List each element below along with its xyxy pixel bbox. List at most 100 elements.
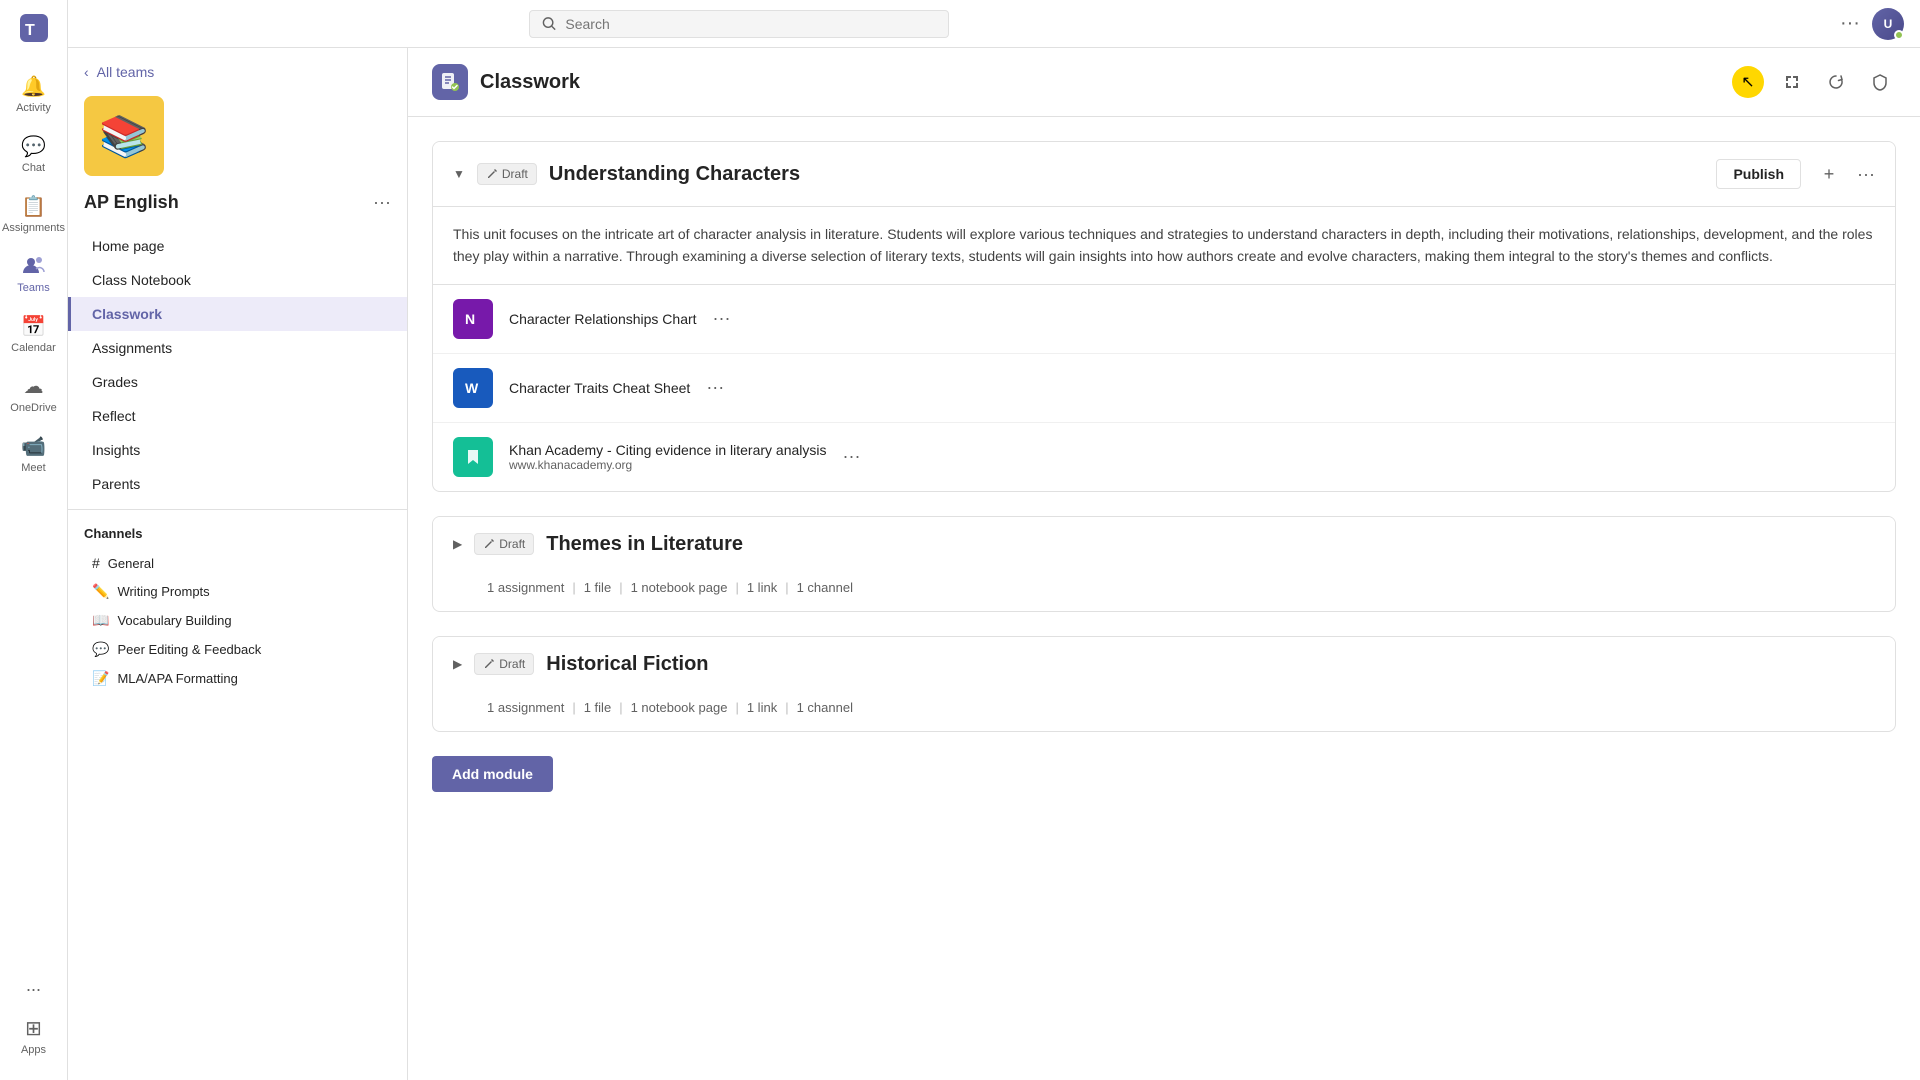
content-header-actions: ↖ — [1732, 66, 1896, 98]
top-bar-right: ··· U — [1840, 8, 1904, 40]
edit-icon-themes — [483, 538, 495, 550]
top-bar: ··· U — [68, 0, 1920, 48]
module-themes-in-literature: ▶ Draft Themes in Literature 1 assignmen… — [432, 516, 1896, 612]
search-bar[interactable] — [529, 10, 949, 38]
add-resource-button[interactable]: + — [1813, 158, 1845, 190]
resource-more-button-2[interactable]: ··· — [843, 446, 861, 467]
nav-item-grades[interactable]: Grades — [68, 365, 407, 399]
resource-more-button-1[interactable]: ··· — [706, 377, 724, 398]
cursor-highlight: ↖ — [1732, 66, 1764, 98]
resource-name-char-traits: Character Traits Cheat Sheet — [509, 380, 690, 396]
channel-writing[interactable]: ✏️ Writing Prompts — [84, 577, 391, 606]
module-header-historical: ▶ Draft Historical Fiction — [433, 637, 1895, 692]
word-icon: W — [453, 368, 493, 408]
apps-icon: ⊞ — [22, 1016, 46, 1040]
nav-item-reflect[interactable]: Reflect — [68, 399, 407, 433]
sidebar-item-apps[interactable]: ⊞ Apps — [0, 1008, 67, 1064]
module-summary-themes: 1 assignment | 1 file | 1 notebook page … — [433, 572, 1895, 611]
team-header: AP English ··· — [68, 184, 407, 221]
team-menu-button[interactable]: ··· — [373, 192, 391, 213]
online-badge — [1894, 30, 1904, 40]
content-header: Classwork ↖ — [408, 48, 1920, 117]
sidebar-item-activity[interactable]: 🔔 Activity — [0, 66, 67, 122]
nav-item-assignments[interactable]: Assignments — [68, 331, 407, 365]
module-header-themes: ▶ Draft Themes in Literature — [433, 517, 1895, 572]
resource-khan-academy: Khan Academy - Citing evidence in litera… — [433, 423, 1895, 491]
content-header-left: Classwork — [432, 64, 580, 100]
avatar[interactable]: U — [1872, 8, 1904, 40]
sidebar-item-meet[interactable]: 📹 Meet — [0, 426, 67, 482]
resource-character-traits-cheat-sheet: W Character Traits Cheat Sheet ··· — [433, 354, 1895, 423]
expand-icon-historical[interactable]: ▶ — [453, 657, 462, 671]
draft-badge-themes: Draft — [474, 533, 534, 555]
resource-name-char-rel: Character Relationships Chart — [509, 311, 697, 327]
resource-character-relationships-chart: N Character Relationships Chart ··· — [433, 285, 1895, 354]
channels-title: Channels — [84, 526, 391, 541]
teams-icon — [22, 254, 46, 278]
app-logo: T — [16, 10, 52, 46]
assignments-icon: 📋 — [22, 194, 46, 218]
module-title-themes: Themes in Literature — [546, 533, 1875, 556]
more-button[interactable]: ... — [0, 967, 67, 1004]
channel-general-icon: # — [92, 555, 100, 571]
back-to-teams[interactable]: ‹ All teams — [68, 48, 407, 88]
svg-text:T: T — [25, 22, 35, 39]
chat-icon: 💬 — [22, 134, 46, 158]
resource-name-khan: Khan Academy - Citing evidence in litera… — [509, 442, 827, 472]
khan-icon — [453, 437, 493, 477]
module-more-button[interactable]: ··· — [1857, 164, 1875, 185]
more-options-button[interactable]: ··· — [1840, 12, 1860, 35]
module-historical-fiction: ▶ Draft Historical Fiction 1 assignment … — [432, 636, 1896, 732]
channel-general[interactable]: # General — [84, 549, 391, 577]
svg-text:W: W — [465, 380, 479, 396]
search-icon — [542, 16, 557, 32]
collapse-icon[interactable]: ▼ — [453, 167, 465, 181]
main-content: Classwork ↖ — [408, 48, 1920, 1080]
classwork-icon — [432, 64, 468, 100]
icon-bar: T 🔔 Activity 💬 Chat 📋 Assignments — [0, 0, 68, 1080]
channels-section: Channels # General ✏️ Writing Prompts 📖 … — [68, 509, 407, 701]
nav-item-notebook[interactable]: Class Notebook — [68, 263, 407, 297]
channel-peer-icon: 💬 — [92, 641, 109, 658]
search-input[interactable] — [565, 16, 936, 32]
channel-vocabulary-icon: 📖 — [92, 612, 109, 629]
onedrive-icon: ☁ — [22, 374, 46, 398]
calendar-icon: 📅 — [22, 314, 46, 338]
channel-mla[interactable]: 📝 MLA/APA Formatting — [84, 664, 391, 693]
sidebar-nav: Home page Class Notebook Classwork Assig… — [68, 229, 407, 501]
back-arrow-icon: ‹ — [84, 64, 89, 80]
module-title-understanding-characters: Understanding Characters — [549, 163, 1705, 186]
sidebar-item-calendar[interactable]: 📅 Calendar — [0, 306, 67, 362]
module-description-understanding-characters: This unit focuses on the intricate art o… — [433, 207, 1895, 285]
nav-item-home[interactable]: Home page — [68, 229, 407, 263]
refresh-icon-button[interactable] — [1820, 66, 1852, 98]
nav-item-insights[interactable]: Insights — [68, 433, 407, 467]
modules-container: ▼ Draft Understanding Characters Publish… — [408, 117, 1920, 1080]
draft-badge-historical: Draft — [474, 653, 534, 675]
sidebar-item-assignments[interactable]: 📋 Assignments — [0, 186, 67, 242]
channel-peer[interactable]: 💬 Peer Editing & Feedback — [84, 635, 391, 664]
bell-icon: 🔔 — [22, 74, 46, 98]
team-icon: 📚 — [84, 96, 164, 176]
draft-badge: Draft — [477, 163, 537, 185]
resource-more-button-0[interactable]: ··· — [713, 308, 731, 329]
svg-text:N: N — [465, 311, 475, 327]
expand-icon-button[interactable] — [1776, 66, 1808, 98]
channel-writing-icon: ✏️ — [92, 583, 109, 600]
channel-vocabulary[interactable]: 📖 Vocabulary Building — [84, 606, 391, 635]
shield-icon-button[interactable] — [1864, 66, 1896, 98]
module-title-historical: Historical Fiction — [546, 653, 1875, 676]
main-layout: ‹ All teams 📚 AP English ··· Home page C… — [68, 48, 1920, 1080]
module-summary-historical: 1 assignment | 1 file | 1 notebook page … — [433, 692, 1895, 731]
module-header-understanding-characters: ▼ Draft Understanding Characters Publish… — [433, 142, 1895, 207]
sidebar-item-chat[interactable]: 💬 Chat — [0, 126, 67, 182]
sidebar-item-teams[interactable]: Teams — [0, 246, 67, 302]
module-understanding-characters: ▼ Draft Understanding Characters Publish… — [432, 141, 1896, 492]
sidebar-item-onedrive[interactable]: ☁ OneDrive — [0, 366, 67, 422]
channel-mla-icon: 📝 — [92, 670, 109, 687]
add-module-button[interactable]: Add module — [432, 756, 553, 792]
nav-item-parents[interactable]: Parents — [68, 467, 407, 501]
publish-button[interactable]: Publish — [1716, 159, 1801, 189]
nav-item-classwork[interactable]: Classwork — [68, 297, 407, 331]
expand-icon-themes[interactable]: ▶ — [453, 537, 462, 551]
